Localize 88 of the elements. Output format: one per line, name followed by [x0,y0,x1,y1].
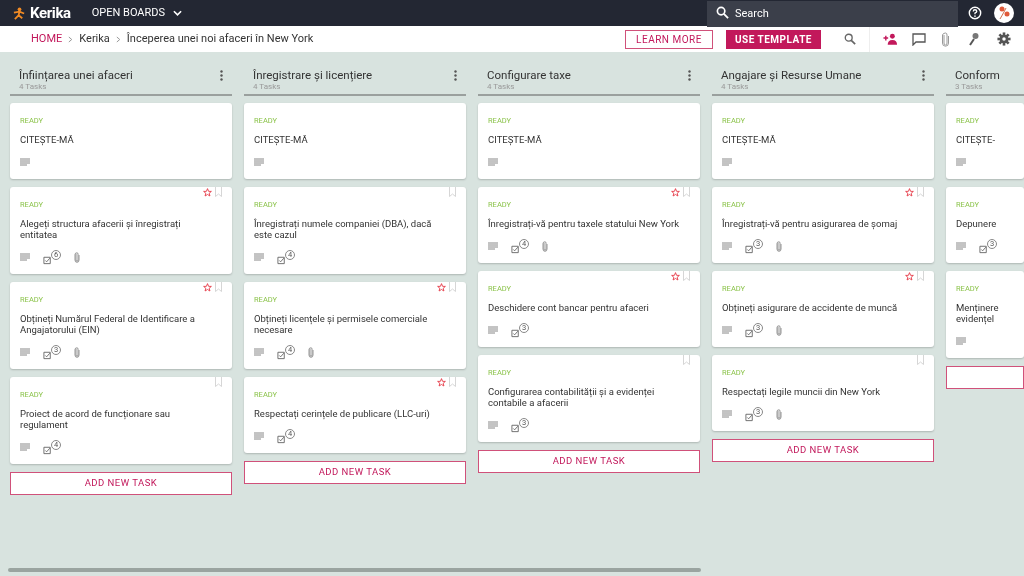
paperclip-icon [74,251,80,263]
use-template-button[interactable]: USE TEMPLATE [725,29,821,49]
chevron-icon [115,35,121,43]
help-icon[interactable] [968,6,982,20]
checkbox-icon [277,349,287,360]
settings-icon[interactable] [997,32,1011,46]
checkbox-icon [979,243,989,254]
task-title: CITEȘTE- [956,134,997,145]
column-title: Înregistrare și licențiere [253,68,374,82]
logo-icon [13,6,26,20]
task-title: CITEȘTE-MĂ [20,134,75,145]
column-title: Înființarea unei afaceri [19,68,134,82]
task-count: 3 Tasks [955,82,984,92]
search-icon [716,6,729,19]
task-title: Configurarea contabilității și a evidenței contabile a afacerii [488,386,656,408]
chevron-icon [68,35,74,43]
checkbox-icon [43,349,53,360]
task-title: Proiect de acord de funcționare sau regulament [20,408,172,430]
task-count: 4 Tasks [19,82,47,92]
add-person-icon[interactable] [883,33,898,45]
task-title: Înregistrați numele companiei (DBA), dacă este cazul [254,218,433,240]
column-title: Configurare taxe [487,68,572,82]
task-title: CITEȘTE-MĂ [254,134,309,145]
task-title: Depunere [956,218,998,229]
more-icon[interactable] [688,70,691,81]
task-title: Înregistrați-vă pentru taxele statului New York [488,218,681,229]
task-title: Menținere evidențel [956,302,1000,324]
search-icon[interactable] [844,33,856,45]
task-title: Înregistrați-vă pentru asigurarea de șomaj [722,218,899,229]
paperclip-icon [776,324,782,336]
checkbox-icon [745,243,755,254]
more-icon[interactable] [454,70,457,81]
star-icon[interactable] [905,272,914,281]
add-task-button[interactable]: ADD NEW TASK [712,439,934,462]
more-icon[interactable] [220,70,223,81]
learn-more-button[interactable]: LEARN MORE [625,29,713,49]
paperclip-icon [776,240,782,252]
paperclip-icon [542,240,548,252]
checkbox-icon [511,422,521,433]
search-field[interactable]: Search [707,0,958,27]
attachment-icon[interactable] [941,31,950,47]
checkbox-icon [511,243,521,254]
star-icon[interactable] [203,283,212,292]
task-title: Deschidere cont bancar pentru afaceri [488,302,650,313]
task-title: CITEȘTE-MĂ [488,134,543,145]
caret-icon [173,10,183,16]
brand-name[interactable]: Kerika [30,1,71,25]
task-title: CITEȘTE-MĂ [722,134,777,145]
checkbox-icon [511,327,521,338]
paperclip-icon [308,346,314,358]
task-count: 4 Tasks [721,82,750,92]
task-title: Obțineți asigurare de accidente de muncă [722,302,899,313]
add-task-button[interactable] [946,366,1024,389]
wrench-icon[interactable] [968,32,979,46]
breadcrumb-link[interactable]: HOME [31,30,63,48]
task-title: Respectați legile muncii din New York [722,386,882,397]
star-icon[interactable] [437,283,446,292]
checkbox-icon [745,411,755,422]
task-title: Respectați cerințele de publicare (LLC-uri) [254,408,431,419]
star-icon[interactable] [671,272,680,281]
breadcrumb-link[interactable]: Kerika [79,30,110,48]
paperclip-icon [776,408,782,420]
add-task-button[interactable]: ADD NEW TASK [478,450,700,473]
star-icon[interactable] [905,188,914,197]
star-icon[interactable] [203,188,212,197]
task-title: Obțineți licențele și permisele comerciale necesare [254,313,429,335]
more-icon[interactable] [922,70,925,81]
task-count: 4 Tasks [253,82,282,92]
star-icon[interactable] [671,188,680,197]
chat-icon[interactable] [912,32,926,46]
task-title: Alegeți structura afacerii și înregistrați entitatea [20,218,182,240]
add-task-button[interactable]: ADD NEW TASK [10,472,232,495]
open-boards-menu[interactable]: OPEN BOARDS [91,4,183,22]
scrollbar[interactable] [8,568,701,572]
add-task-button[interactable]: ADD NEW TASK [244,461,466,484]
star-icon[interactable] [437,378,446,387]
checkbox-icon [277,254,287,265]
checkbox-icon [745,327,755,338]
column-title: Angajare și Resurse Umane [721,68,863,82]
column-title: Conform [955,68,1001,82]
checkbox-icon [43,444,53,455]
task-title: Obțineți Numărul Federal de Identificare a Angajatorului (EIN) [20,313,196,335]
task-count: 4 Tasks [487,82,516,92]
checkbox-icon [277,433,287,444]
paperclip-icon [74,346,80,358]
checkbox-icon [43,254,53,265]
avatar-icon[interactable] [994,3,1014,23]
board-title: Începerea unei noi afaceri în New York [126,30,314,47]
